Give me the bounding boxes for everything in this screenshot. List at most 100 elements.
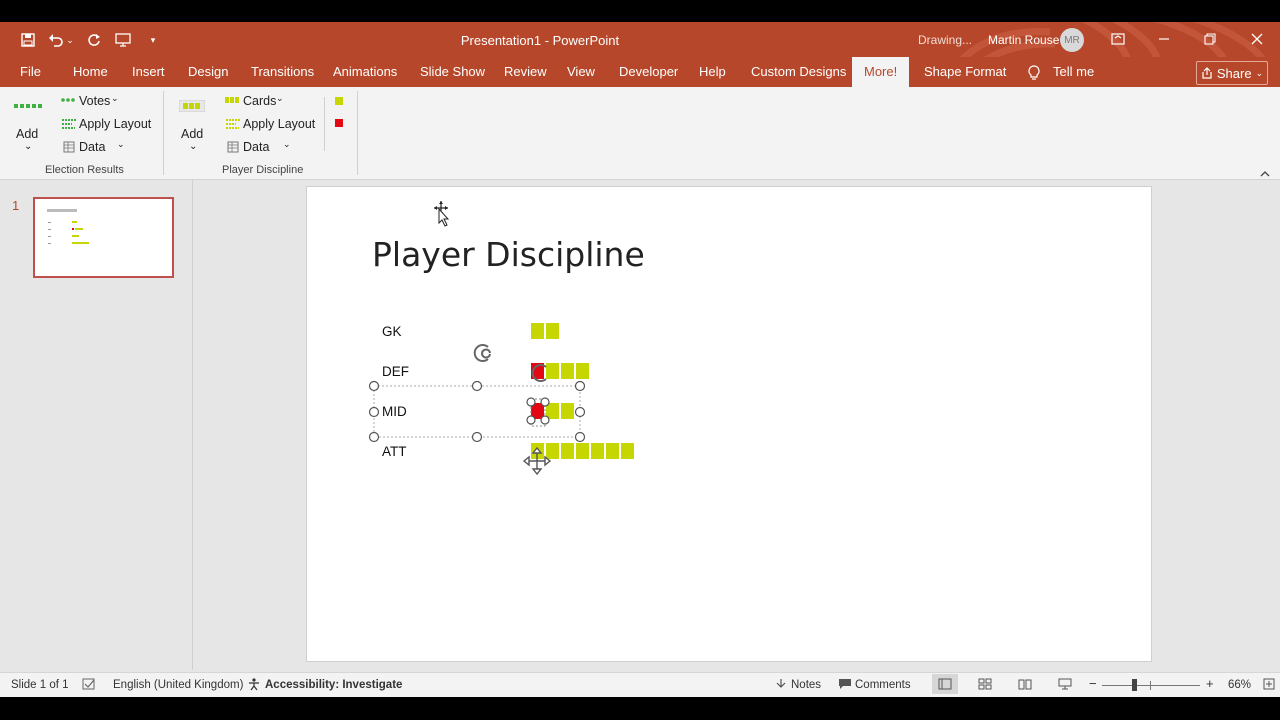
tab-design[interactable]: Design (188, 57, 228, 87)
data-icon (227, 141, 239, 153)
restore-icon[interactable] (1198, 28, 1222, 50)
yellow-card-button[interactable] (335, 97, 343, 105)
resize-handle (471, 431, 483, 443)
tab-animations[interactable]: Animations (333, 57, 397, 87)
share-button[interactable]: Share ⌄ (1196, 61, 1268, 85)
red-card-button[interactable] (335, 119, 343, 127)
minimize-icon[interactable] (1152, 28, 1176, 50)
player-add-label: Add (181, 127, 204, 141)
ribbon-separator (324, 97, 325, 151)
pointer-move-icon (434, 201, 450, 227)
tab-insert[interactable]: Insert (132, 57, 165, 87)
votes-dropdown-icon: ⌄ (111, 93, 119, 103)
player-add-dropdown-icon: ⌄ (189, 141, 198, 152)
cards-add-icon (179, 100, 205, 112)
election-data-button[interactable]: Data ⌄ (60, 139, 132, 157)
zoom-slider-center-tick (1150, 681, 1151, 690)
rotate-handle-icon (473, 344, 491, 362)
slide-sorter-icon[interactable] (978, 678, 992, 693)
accessibility-status[interactable]: Accessibility: Investigate (265, 679, 402, 691)
tab-home[interactable]: Home (73, 57, 108, 87)
reading-view-icon[interactable] (1018, 678, 1032, 693)
zoom-out-button[interactable]: − (1089, 676, 1097, 691)
zoom-level[interactable]: 66% (1228, 679, 1251, 691)
cards-dropdown[interactable]: Cards ⌄ (224, 93, 296, 111)
share-dropdown-icon: ⌄ (1255, 67, 1264, 78)
apply-layout-icon (226, 119, 240, 129)
drawing-status: Drawing... (918, 33, 973, 47)
slide-show-icon[interactable] (1058, 678, 1072, 693)
comments-button[interactable]: Comments (855, 679, 911, 691)
zoom-slider-thumb[interactable] (1132, 679, 1137, 691)
selection-box (373, 385, 581, 438)
player-data-label: Data (243, 140, 270, 154)
election-data-label: Data (79, 140, 106, 154)
player-apply-layout-button[interactable]: Apply Layout (224, 116, 320, 134)
election-add-dropdown-icon: ⌄ (24, 141, 33, 152)
ribbon-tabs: File Home Insert Design Transitions Anim… (0, 57, 1280, 87)
tab-slide-show[interactable]: Slide Show (420, 57, 485, 87)
notes-icon[interactable] (775, 678, 787, 693)
notes-button[interactable]: Notes (791, 679, 821, 691)
votes-icon (61, 98, 75, 102)
data-icon (63, 141, 75, 153)
collapse-ribbon-icon[interactable] (1259, 165, 1273, 177)
election-apply-layout-button[interactable]: Apply Layout (60, 116, 156, 134)
player-add-button[interactable]: Add ⌄ (174, 93, 212, 155)
cards-dropdown-icon: ⌄ (276, 93, 284, 103)
tab-view[interactable]: View (567, 57, 595, 87)
player-apply-layout-label: Apply Layout (243, 117, 316, 131)
slide-canvas[interactable]: Player Discipline GK DEF MID ATT (306, 186, 1152, 662)
rotate-handle-icon (531, 364, 547, 382)
share-label: Share (1216, 65, 1252, 81)
tell-me-search[interactable]: Tell me (1053, 57, 1094, 87)
slide-info: Slide 1 of 1 (11, 679, 69, 691)
tab-file[interactable]: File (20, 57, 41, 87)
share-icon (1202, 67, 1212, 79)
move-cursor-icon (522, 446, 552, 476)
accessibility-icon[interactable] (247, 677, 261, 694)
spell-check-icon[interactable] (82, 677, 96, 694)
tab-custom-designs[interactable]: Custom Designs (751, 57, 846, 87)
zoom-slider-track[interactable] (1102, 685, 1200, 686)
resize-handle (471, 380, 483, 392)
tab-transitions[interactable]: Transitions (251, 57, 314, 87)
tab-developer[interactable]: Developer (619, 57, 678, 87)
votes-add-icon (14, 104, 42, 108)
resize-handle (368, 431, 380, 443)
selection-overlay (368, 201, 586, 476)
ribbon: Add ⌄ Votes ⌄ Apply Layout Data ⌄ Electi… (0, 87, 1280, 180)
tab-review[interactable]: Review (504, 57, 547, 87)
resize-handle (368, 406, 380, 418)
election-results-group-label: Election Results (45, 164, 124, 176)
slide-thumbnail-pane: 1 (0, 180, 193, 670)
user-name[interactable]: Martin Rouse (988, 33, 1059, 47)
cards-icon (225, 97, 239, 103)
title-bar: ⌄ ▾ Presentation1 - PowerPoint Drawing..… (0, 22, 1280, 87)
apply-layout-icon (62, 119, 76, 129)
tab-help[interactable]: Help (699, 57, 726, 87)
normal-view-icon[interactable] (932, 674, 958, 694)
slide-thumbnail[interactable] (33, 197, 174, 278)
cards-label: Cards (243, 94, 277, 108)
ribbon-display-options-icon[interactable] (1106, 28, 1130, 50)
language-indicator[interactable]: English (United Kingdom) (113, 679, 243, 691)
tab-shape-format[interactable]: Shape Format (924, 57, 1006, 87)
election-add-button[interactable]: Add ⌄ (10, 93, 48, 155)
thumbnail-title (47, 209, 77, 212)
votes-dropdown[interactable]: Votes ⌄ (60, 93, 132, 111)
close-icon[interactable] (1245, 28, 1269, 50)
comments-icon[interactable] (838, 678, 852, 693)
player-discipline-group-label: Player Discipline (222, 164, 304, 176)
tab-more[interactable]: More! (852, 57, 910, 87)
avatar[interactable]: MR (1060, 28, 1084, 52)
election-apply-layout-label: Apply Layout (79, 117, 152, 131)
fit-to-window-icon[interactable] (1263, 678, 1275, 693)
election-add-label: Add (16, 127, 39, 141)
player-data-dropdown-icon: ⌄ (283, 139, 291, 149)
lightbulb-icon[interactable] (1027, 57, 1041, 87)
powerpoint-window: ⌄ ▾ Presentation1 - PowerPoint Drawing..… (0, 22, 1280, 697)
resize-handle (368, 380, 380, 392)
zoom-in-button[interactable]: + (1206, 676, 1214, 691)
player-data-button[interactable]: Data ⌄ (224, 139, 296, 157)
